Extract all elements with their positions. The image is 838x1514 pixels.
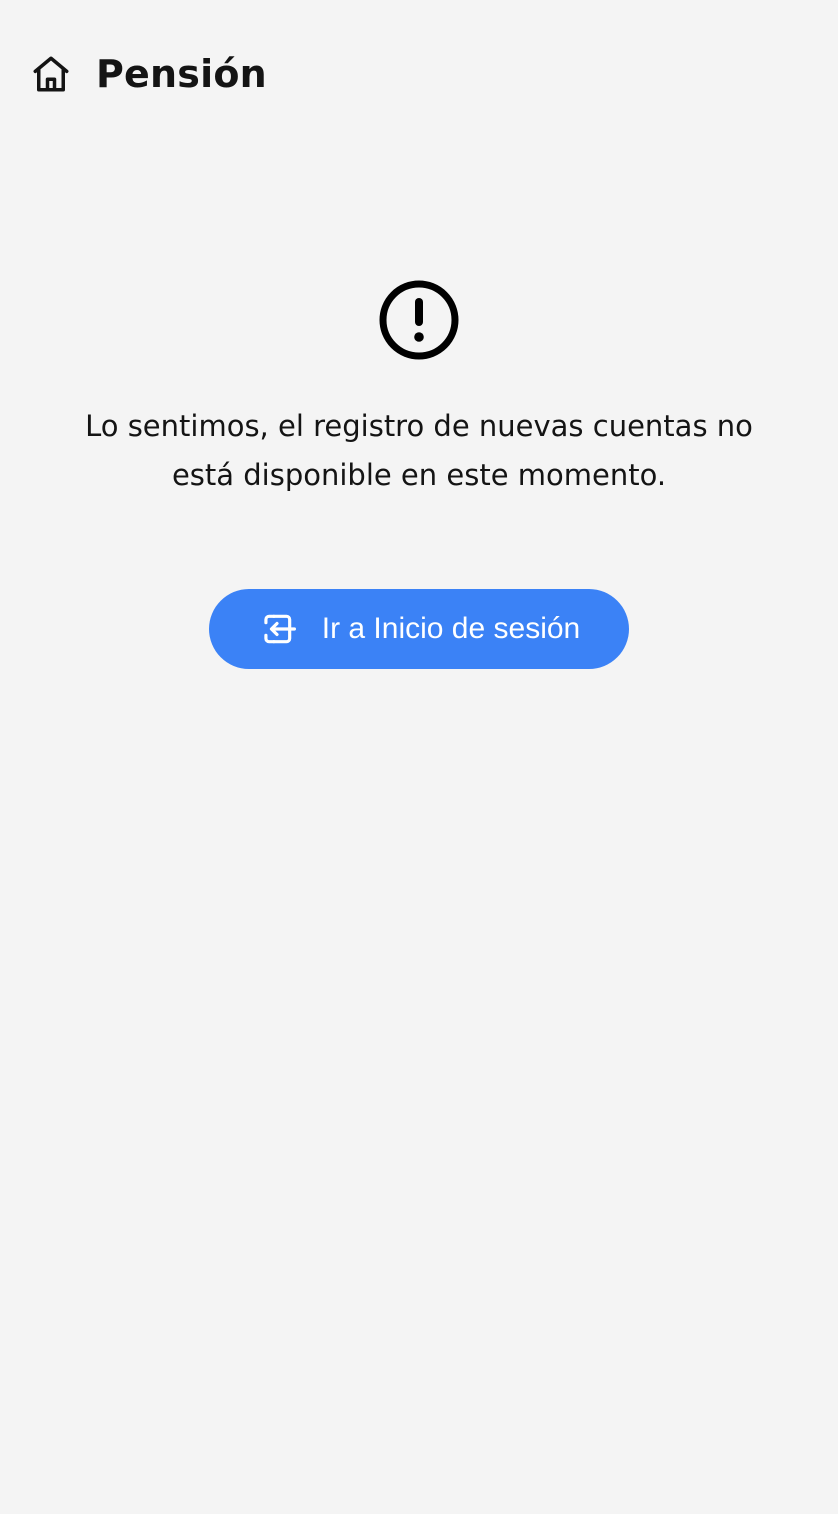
- alert-circle-icon: [377, 278, 461, 362]
- unavailable-message: Lo sentimos, el registro de nuevas cuent…: [85, 409, 753, 492]
- login-icon: [258, 610, 296, 648]
- go-to-login-label: Ir a Inicio de sesión: [321, 612, 581, 645]
- registration-unavailable-panel: Lo sentimos, el registro de nuevas cuent…: [0, 278, 838, 669]
- app-header: Pensión: [30, 48, 267, 100]
- home-icon[interactable]: [30, 53, 72, 95]
- go-to-login-button[interactable]: Ir a Inicio de sesión: [209, 589, 629, 669]
- page-title: Pensión: [96, 52, 267, 96]
